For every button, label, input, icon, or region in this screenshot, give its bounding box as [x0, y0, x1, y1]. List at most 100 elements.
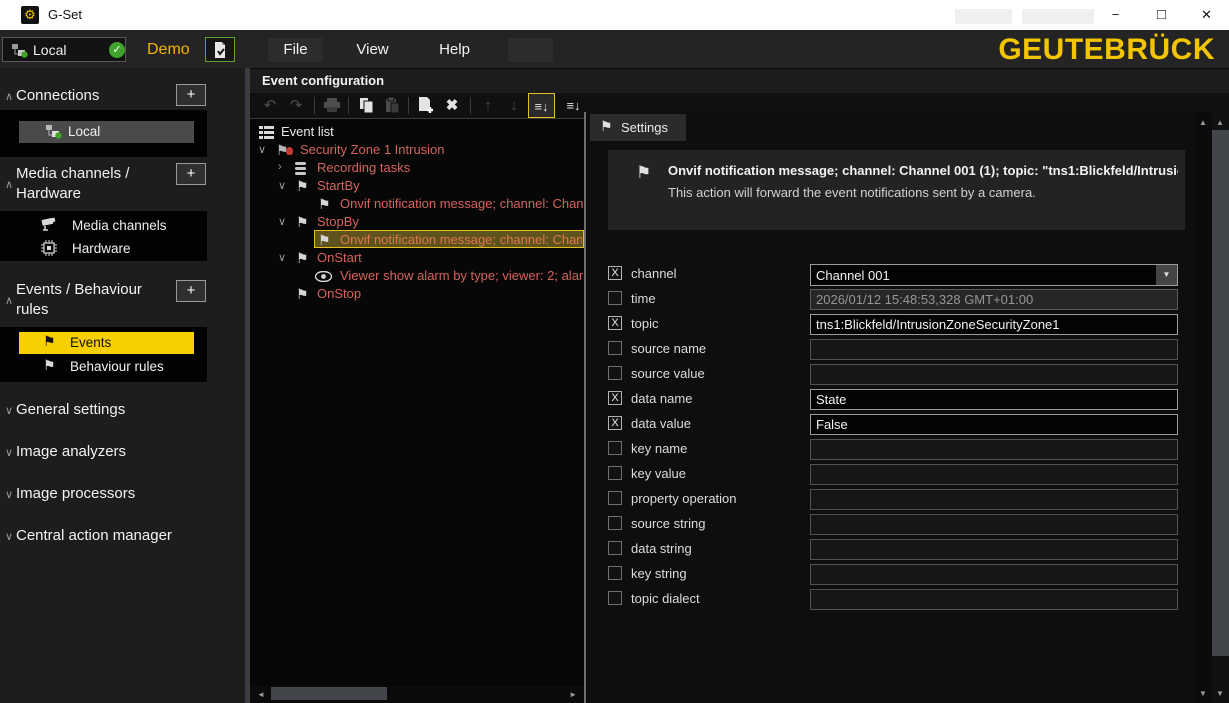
chevron-down-icon[interactable]: ∨	[278, 215, 286, 228]
checkbox-data-value[interactable]: X	[608, 416, 622, 430]
minimize-button[interactable]: −	[1093, 0, 1138, 30]
checkbox-key-value[interactable]	[608, 466, 622, 480]
section-image-analyzers[interactable]: Image analyzers	[16, 442, 216, 462]
chevron-down-icon[interactable]: ∨	[5, 530, 13, 543]
topic-dialect-input[interactable]	[810, 589, 1178, 610]
key-value-input[interactable]	[810, 464, 1178, 485]
checkbox-key-string[interactable]	[608, 566, 622, 580]
checkbox-data-string[interactable]	[608, 541, 622, 555]
sidebar-item-local[interactable]: Local	[19, 121, 194, 143]
add-item-button[interactable]	[414, 93, 438, 118]
chevron-down-icon[interactable]: ∨	[5, 404, 13, 417]
menu-view[interactable]: View	[345, 38, 400, 62]
paste-button[interactable]	[380, 93, 404, 118]
tree-row[interactable]: ⚑ Onvif notification message; channel: C…	[250, 195, 584, 213]
data-string-input[interactable]	[810, 539, 1178, 560]
chevron-right-icon[interactable]: ›	[278, 161, 282, 173]
sidebar-item-hardware[interactable]: Hardware	[0, 237, 207, 259]
panel-divider[interactable]	[584, 112, 586, 703]
checkbox-key-name[interactable]	[608, 441, 622, 455]
delete-button[interactable]: ✖	[440, 93, 464, 118]
menu-file[interactable]: File	[268, 38, 323, 62]
checkbox-time[interactable]	[608, 291, 622, 305]
tree-row[interactable]: Event list	[250, 123, 584, 141]
time-input[interactable]	[810, 289, 1178, 310]
data-name-input[interactable]	[810, 389, 1178, 410]
tree-row-selected[interactable]: ⚑ Onvif notification message; channel: C…	[250, 231, 584, 249]
source-string-input[interactable]	[810, 514, 1178, 535]
sidebar-item-behaviour-rules[interactable]: ⚑ Behaviour rules	[0, 356, 207, 378]
add-media-button[interactable]: +	[176, 163, 206, 185]
tree-row[interactable]: ∨ ⚑ StartBy	[250, 177, 584, 195]
sort-mode-button[interactable]: ≡↓	[560, 93, 587, 118]
key-name-input[interactable]	[810, 439, 1178, 460]
horizontal-scrollbar[interactable]: ◄ ►	[252, 686, 583, 701]
source-name-input[interactable]	[810, 339, 1178, 360]
chevron-up-icon[interactable]: ∧	[5, 178, 13, 191]
section-central-action-manager[interactable]: Central action manager	[16, 526, 226, 546]
channel-select[interactable]: Channel 001 ▼	[810, 264, 1178, 286]
scroll-left-icon[interactable]: ◄	[257, 690, 265, 699]
checkbox-property-operation[interactable]	[608, 491, 622, 505]
section-image-processors[interactable]: Image processors	[16, 484, 216, 504]
outer-vertical-scrollbar[interactable]: ▲ ▼	[1212, 112, 1229, 703]
data-value-input[interactable]	[810, 414, 1178, 435]
copy-button[interactable]	[354, 93, 378, 118]
add-event-button[interactable]: +	[176, 280, 206, 302]
tree-row[interactable]: ∨ ⚑ OnStart	[250, 249, 584, 267]
topic-input[interactable]	[810, 314, 1178, 335]
tab-settings[interactable]: ⚑ Settings	[590, 114, 686, 141]
sidebar-item-events[interactable]: ⚑ Events	[19, 332, 194, 354]
checkbox-topic-dialect[interactable]	[608, 591, 622, 605]
checkbox-source-name[interactable]	[608, 341, 622, 355]
undo-button[interactable]: ↶	[258, 93, 282, 118]
checkbox-data-name[interactable]: X	[608, 391, 622, 405]
connection-selector[interactable]: Local ✓	[2, 37, 126, 62]
close-button[interactable]: ✕	[1184, 0, 1229, 30]
scrollbar-thumb[interactable]	[1212, 130, 1229, 656]
chevron-down-icon[interactable]: ∨	[258, 143, 266, 156]
scroll-up-icon[interactable]: ▲	[1216, 118, 1224, 127]
property-operation-input[interactable]	[810, 489, 1178, 510]
checkbox-source-string[interactable]	[608, 516, 622, 530]
checkbox-topic[interactable]: X	[608, 316, 622, 330]
section-general-settings[interactable]: General settings	[16, 400, 216, 420]
tree-row-label: StopBy	[317, 214, 359, 229]
source-value-input[interactable]	[810, 364, 1178, 385]
section-media-hardware[interactable]: Media channels / Hardware	[16, 164, 171, 204]
redo-button[interactable]: ↷	[284, 93, 308, 118]
section-events-rules[interactable]: Events / Behaviour rules	[16, 280, 171, 320]
tree-row[interactable]: Viewer show alarm by type; viewer: 2; al…	[250, 267, 584, 285]
add-connection-button[interactable]: +	[176, 84, 206, 106]
chevron-down-icon[interactable]: ∨	[278, 251, 286, 264]
sidebar: ∧ Connections + Local ∧ Media channels /…	[0, 68, 245, 703]
chevron-down-icon[interactable]: ∨	[5, 446, 13, 459]
chevron-down-icon[interactable]: ∨	[5, 488, 13, 501]
maximize-button[interactable]: □	[1139, 0, 1184, 30]
chevron-down-icon[interactable]: ∨	[278, 179, 286, 192]
scrollbar-thumb[interactable]	[271, 687, 387, 700]
inner-vertical-scrollbar[interactable]: ▲ ▼	[1196, 112, 1211, 703]
sort-mode-button-active[interactable]: ≡↓	[528, 93, 555, 118]
chevron-up-icon[interactable]: ∧	[5, 294, 13, 307]
scroll-up-icon[interactable]: ▲	[1199, 118, 1207, 127]
checkbox-channel[interactable]: X	[608, 266, 622, 280]
move-down-button[interactable]: ↓	[502, 93, 526, 118]
tree-row[interactable]: ∨ ⚑ StopBy	[250, 213, 584, 231]
sidebar-item-media-channels[interactable]: Media channels	[0, 214, 207, 236]
edit-profile-button[interactable]	[205, 37, 235, 62]
scroll-right-icon[interactable]: ►	[569, 690, 577, 699]
scroll-down-icon[interactable]: ▼	[1216, 689, 1224, 698]
chevron-up-icon[interactable]: ∧	[5, 90, 13, 103]
checkbox-source-value[interactable]	[608, 366, 622, 380]
key-string-input[interactable]	[810, 564, 1178, 585]
tree-row[interactable]: › Recording tasks	[250, 159, 584, 177]
tree-row[interactable]: ⚑ OnStop	[250, 285, 584, 303]
tree-row[interactable]: ∨ ⚑ Security Zone 1 Intrusion	[250, 141, 584, 159]
scroll-down-icon[interactable]: ▼	[1199, 689, 1207, 698]
print-button[interactable]	[320, 93, 344, 118]
menu-help[interactable]: Help	[427, 38, 482, 62]
chevron-down-icon[interactable]: ▼	[1156, 265, 1177, 285]
move-up-button[interactable]: ↑	[476, 93, 500, 118]
section-connections[interactable]: Connections	[16, 86, 171, 106]
